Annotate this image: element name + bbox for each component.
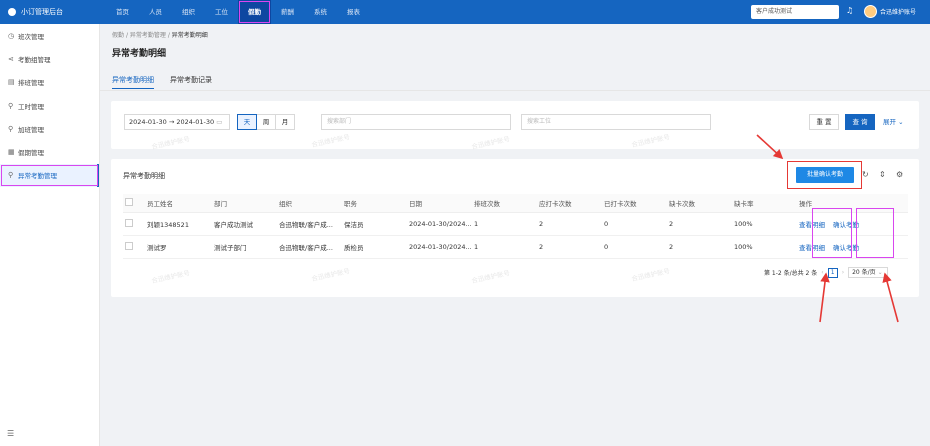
- annotation-arrow: [819, 272, 830, 323]
- annotation-arrow: [756, 134, 784, 160]
- annotation-arrows: [756, 134, 899, 323]
- annotation-arrow: [882, 272, 899, 323]
